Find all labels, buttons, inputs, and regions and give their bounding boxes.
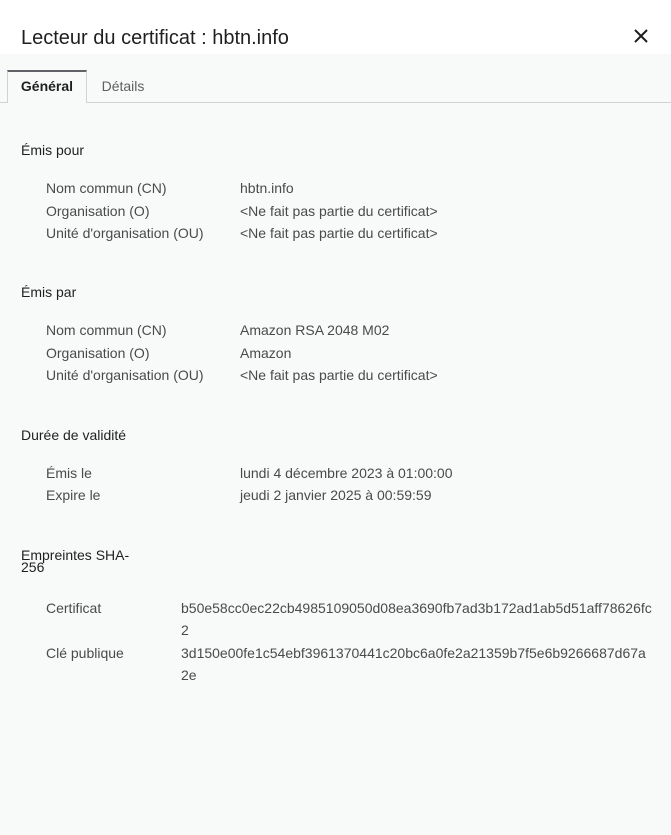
tab-bar: Général Détails [0, 70, 671, 103]
dialog-header: Lecteur du certificat : hbtn.info [0, 0, 671, 54]
section-title-issued-to: Émis pour [21, 142, 85, 158]
section-title-issued-by: Émis par [21, 284, 77, 300]
row-value: lundi 4 décembre 2023 à 01:00:00 [240, 465, 453, 481]
close-button[interactable] [628, 24, 654, 50]
dialog-title: Lecteur du certificat : hbtn.info [21, 27, 289, 49]
section-title-fingerprints: Empreintes SHA-256 [21, 547, 130, 575]
row-label: Organisation (O) [46, 345, 150, 361]
row-value: <Ne fait pas partie du certificat> [240, 203, 438, 219]
row-label: Unité d'organisation (OU) [46, 367, 204, 383]
row-label: Certificat [46, 600, 102, 616]
fingerprint-value: 3d150e00fe1c54ebf3961370441c20bc6a0fe2a2… [181, 645, 646, 683]
row-label: Unité d'organisation (OU) [46, 225, 204, 241]
tab-general[interactable]: Général [7, 70, 87, 103]
tab-details[interactable]: Détails [88, 70, 158, 101]
row-value: <Ne fait pas partie du certificat> [240, 225, 438, 241]
fingerprint-value: b50e58cc0ec22cb4985109050d08ea3690fb7ad3… [181, 600, 652, 638]
row-value: Amazon [240, 345, 292, 361]
section-title-validity: Durée de validité [21, 427, 127, 443]
row-value: jeudi 2 janvier 2025 à 00:59:59 [240, 487, 432, 503]
row-label: Expire le [46, 487, 101, 503]
certificate-viewer-dialog: Lecteur du certificat : hbtn.info Généra… [0, 0, 671, 835]
row-value: hbtn.info [240, 180, 294, 196]
row-label: Nom commun (CN) [46, 180, 167, 196]
row-value: Amazon RSA 2048 M02 [240, 322, 390, 338]
row-label: Nom commun (CN) [46, 322, 167, 338]
row-label: Organisation (O) [46, 203, 150, 219]
row-label: Émis le [46, 465, 92, 481]
close-icon [634, 29, 648, 43]
row-label: Clé publique [46, 645, 124, 661]
row-value: <Ne fait pas partie du certificat> [240, 367, 438, 383]
